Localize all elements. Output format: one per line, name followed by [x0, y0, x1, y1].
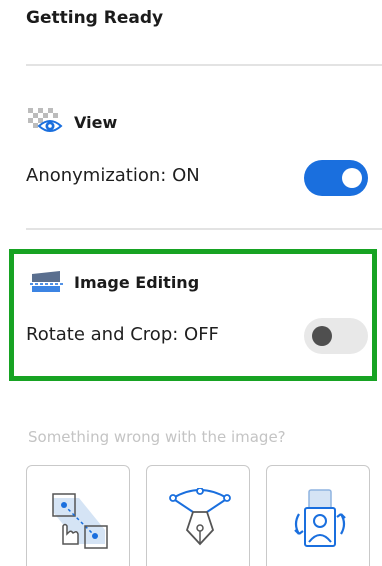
rotate-portrait-tool-button[interactable] — [266, 465, 370, 566]
toggle-knob — [342, 168, 362, 188]
view-heading-label: View — [74, 112, 118, 132]
panel-title: Getting Ready — [26, 8, 164, 28]
curve-pen-icon — [169, 488, 231, 546]
anonymize-eye-icon — [28, 108, 63, 132]
getting-ready-panel: Getting Ready View Anonymization: ON Ima… — [0, 0, 382, 566]
divider — [26, 228, 382, 230]
anonymization-toggle[interactable] — [304, 160, 368, 196]
rotate-crop-toggle[interactable] — [304, 318, 368, 354]
image-editing-section-heading: Image Editing — [28, 268, 199, 296]
image-editing-icon — [30, 271, 64, 292]
rotate-portrait-icon — [294, 489, 346, 547]
view-section-heading: View — [28, 108, 117, 136]
point-select-icon — [52, 493, 108, 549]
image-editing-heading-label: Image Editing — [74, 272, 200, 292]
point-select-tool-button[interactable] — [26, 465, 130, 566]
curve-pen-tool-button[interactable] — [146, 465, 250, 566]
rotate-crop-label: Rotate and Crop: OFF — [26, 324, 219, 345]
toggle-knob — [312, 326, 332, 346]
anonymization-label: Anonymization: ON — [26, 165, 200, 186]
divider — [26, 64, 382, 66]
image-problem-hint: Something wrong with the image? — [28, 428, 286, 446]
